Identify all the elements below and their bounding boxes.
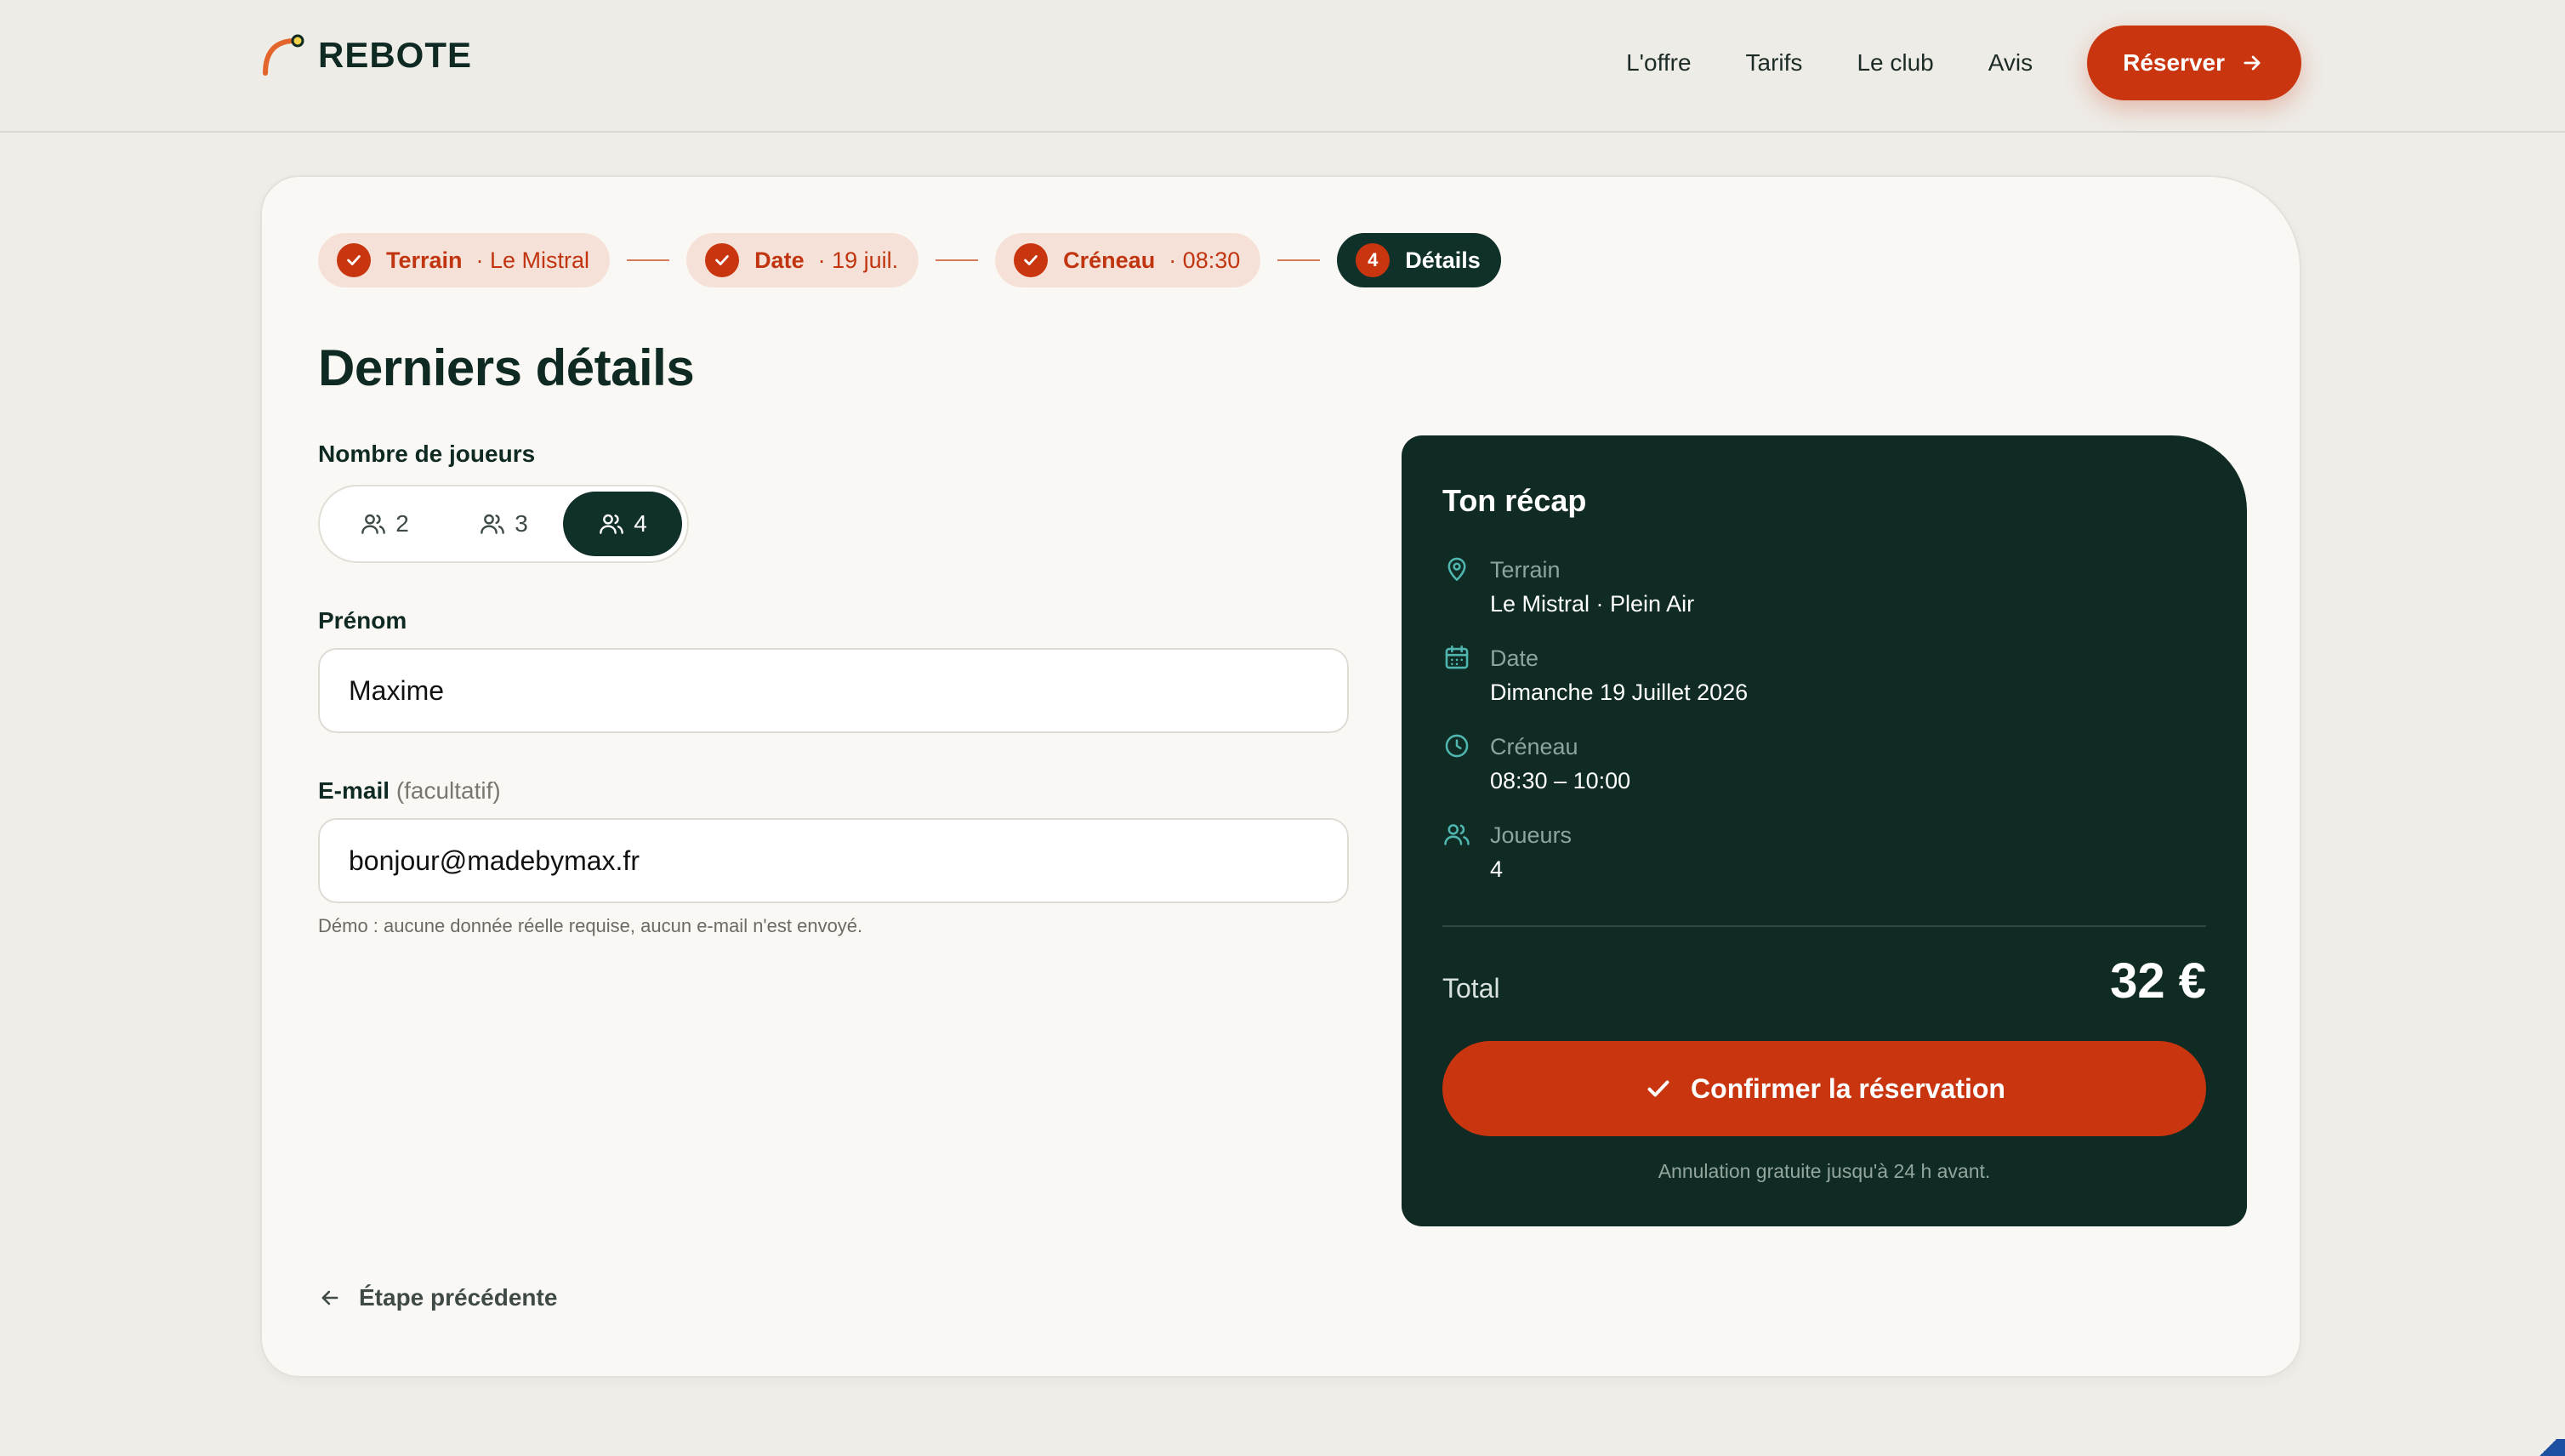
logo-text: REBOTE xyxy=(318,35,473,75)
step-divider xyxy=(936,259,979,261)
recap-value: 4 xyxy=(1490,856,1504,882)
player-option-label: 3 xyxy=(515,510,528,537)
users-icon xyxy=(481,514,505,534)
step-number: 4 xyxy=(1356,243,1391,277)
site-header: REBOTE L'offre Tarifs Le club Avis Réser… xyxy=(0,0,2565,133)
confirm-button[interactable]: Confirmer la réservation xyxy=(1442,1041,2206,1136)
recap-label: Terrain xyxy=(1490,557,1561,583)
firstname-input[interactable]: Maxime xyxy=(318,648,1349,733)
check-icon xyxy=(705,243,740,277)
recap-value: Dimanche 19 Juillet 2026 xyxy=(1490,680,1749,705)
calendar-icon xyxy=(1445,645,1469,669)
recap-divider xyxy=(1442,925,2206,927)
clock-icon xyxy=(1445,734,1469,758)
step-label: Date xyxy=(754,247,805,273)
email-optional-note: (facultatif) xyxy=(395,777,501,804)
recap-item-joueurs: Joueurs 4 xyxy=(1442,818,1572,886)
confirm-button-label: Confirmer la réservation xyxy=(1691,1072,2005,1104)
firstname-value: Maxime xyxy=(349,674,445,706)
logo-mark-icon xyxy=(260,34,306,77)
recap-label: Date xyxy=(1490,646,1539,671)
step-meta: · 19 juil. xyxy=(817,247,899,273)
player-option-3[interactable]: 3 xyxy=(444,492,563,556)
demo-hint: Démo : aucune donnée réelle requise, auc… xyxy=(318,915,863,936)
recap-label: Créneau xyxy=(1490,734,1578,759)
email-input[interactable]: bonjour@madebymax.fr xyxy=(318,818,1349,903)
users-icon xyxy=(1444,824,1470,845)
reserve-button[interactable]: Réserver xyxy=(2087,26,2301,100)
reserve-button-label: Réserver xyxy=(2123,49,2225,76)
recap-item-terrain: Terrain Le Mistral · Plein Air xyxy=(1442,553,1694,621)
step-details[interactable]: 4 Détails xyxy=(1337,233,1501,287)
email-label: E-mail xyxy=(318,777,390,804)
step-label: Créneau xyxy=(1063,247,1156,273)
arrow-right-icon xyxy=(2244,55,2261,71)
email-value: bonjour@madebymax.fr xyxy=(349,845,640,876)
step-date[interactable]: Date · 19 juil. xyxy=(686,233,919,287)
check-icon xyxy=(1014,243,1049,277)
recap-item-date: Date Dimanche 19 Juillet 2026 xyxy=(1442,641,1748,709)
booking-recap: Ton récap Terrain Le Mistral · Plein Air… xyxy=(1402,435,2247,1226)
email-label-row: E-mail (facultatif) xyxy=(318,777,501,805)
nav-link-avis[interactable]: Avis xyxy=(1988,49,2033,77)
check-icon xyxy=(1647,1080,1669,1097)
recap-value: 08:30 – 10:00 xyxy=(1490,768,1631,793)
step-terrain[interactable]: Terrain · Le Mistral xyxy=(318,233,611,287)
recap-title: Ton récap xyxy=(1442,483,1587,518)
page-title: Derniers détails xyxy=(318,339,695,396)
step-divider xyxy=(1277,259,1321,261)
nav-link-offre[interactable]: L'offre xyxy=(1626,49,1691,77)
recap-value: Le Mistral · Plein Air xyxy=(1490,591,1695,617)
player-option-label: 2 xyxy=(395,510,409,537)
nav-link-tarifs[interactable]: Tarifs xyxy=(1746,49,1803,77)
corner-accent xyxy=(2531,1439,2565,1456)
step-divider xyxy=(627,259,670,261)
step-meta: · 08:30 xyxy=(1169,247,1241,273)
logo[interactable]: REBOTE xyxy=(260,34,472,77)
player-option-4[interactable]: 4 xyxy=(563,492,682,556)
total-value: 32 € xyxy=(2110,953,2206,1009)
step-creneau[interactable]: Créneau · 08:30 xyxy=(995,233,1261,287)
firstname-label: Prénom xyxy=(318,607,407,634)
users-icon xyxy=(361,514,386,534)
arrow-left-icon xyxy=(321,1290,338,1305)
nav-link-club[interactable]: Le club xyxy=(1857,49,1933,77)
users-icon xyxy=(600,514,624,534)
check-icon xyxy=(337,243,371,277)
recap-label: Joueurs xyxy=(1490,822,1573,848)
players-selector: 2 3 4 xyxy=(318,485,689,563)
step-meta: · Le Mistral xyxy=(475,247,590,273)
total-label: Total xyxy=(1442,973,1500,1004)
map-pin-icon xyxy=(1447,557,1466,582)
player-option-2[interactable]: 2 xyxy=(325,492,444,556)
booking-stepper: Terrain · Le Mistral Date · 19 juil. Cré… xyxy=(318,233,1501,287)
players-label: Nombre de joueurs xyxy=(318,441,536,467)
step-label: Terrain xyxy=(386,247,463,273)
recap-item-creneau: Créneau 08:30 – 10:00 xyxy=(1442,730,1630,798)
previous-step-link[interactable]: Étape précédente xyxy=(318,1284,557,1311)
booking-card: Terrain · Le Mistral Date · 19 juil. Cré… xyxy=(260,175,2301,1378)
previous-step-label: Étape précédente xyxy=(359,1284,558,1311)
step-label: Détails xyxy=(1405,247,1481,273)
player-option-label: 4 xyxy=(634,510,647,537)
main-nav: L'offre Tarifs Le club Avis Réserver xyxy=(1626,26,2301,100)
cancellation-note: Annulation gratuite jusqu'à 24 h avant. xyxy=(1658,1160,1991,1182)
